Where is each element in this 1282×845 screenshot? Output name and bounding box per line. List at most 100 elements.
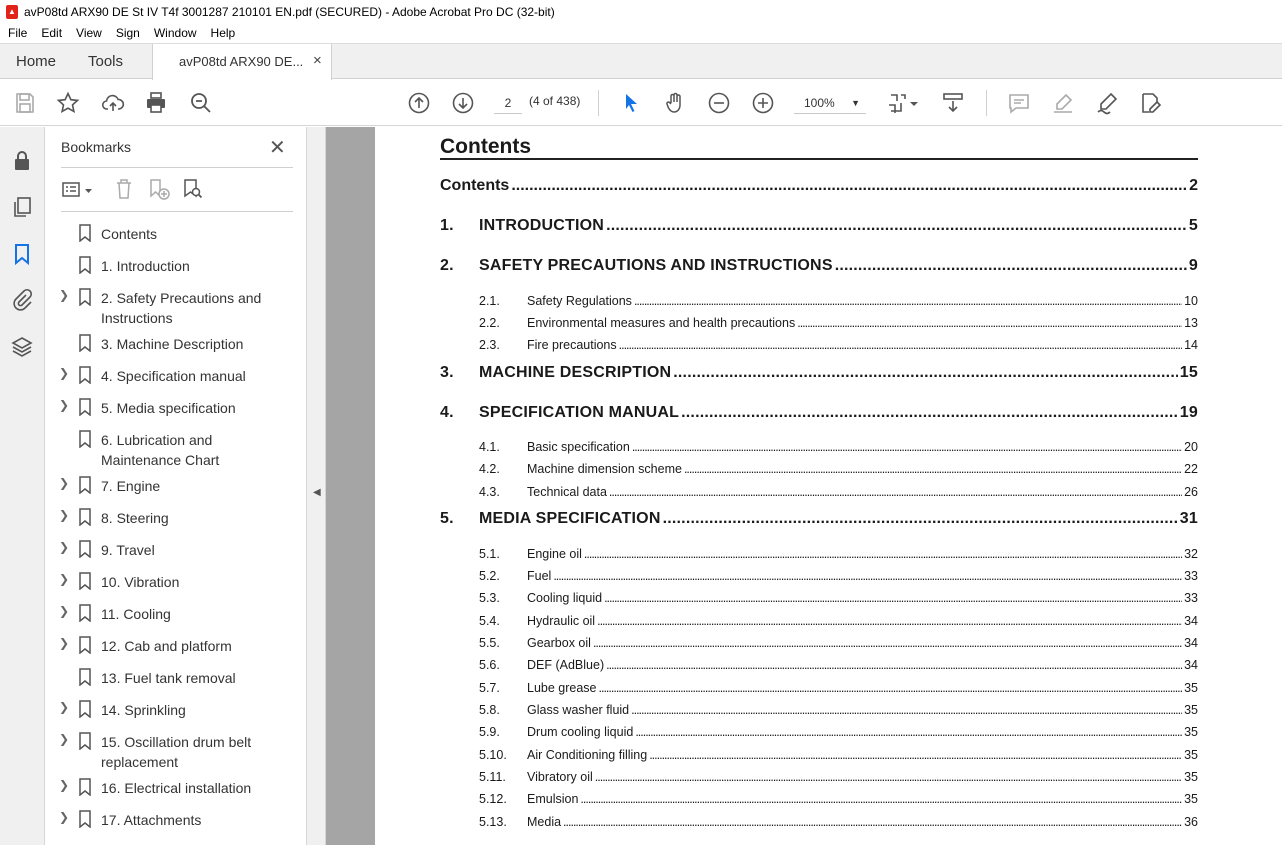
delete-bookmark-icon[interactable] [113, 177, 135, 201]
zoom-out-icon[interactable] [706, 90, 732, 116]
chevron-right-icon[interactable]: ❯ [59, 810, 69, 824]
sign-pen-icon[interactable] [1094, 90, 1120, 116]
layers-icon[interactable] [10, 335, 34, 359]
bookmark-icon [79, 700, 91, 718]
toc-number: 4.1. [479, 440, 500, 454]
chevron-right-icon[interactable]: ❯ [59, 540, 69, 554]
chevron-right-icon[interactable]: ❯ [59, 778, 69, 792]
toc-entry[interactable]: 2. SAFETY PRECAUTIONS AND INSTRUCTIONS 9 [440, 257, 1198, 275]
chevron-right-icon[interactable]: ❯ [59, 288, 69, 302]
toc-page-number: 14 [1184, 338, 1198, 352]
toc-page-number: 35 [1184, 770, 1198, 784]
fill-sign-icon[interactable] [1138, 90, 1164, 116]
chevron-right-icon[interactable]: ❯ [59, 572, 69, 586]
bookmark-label: 5. Media specification [101, 400, 236, 416]
bookmark-icon [79, 334, 91, 352]
lock-icon[interactable] [10, 149, 34, 173]
options-menu-icon[interactable] [61, 179, 95, 201]
menu-help[interactable]: Help [211, 26, 236, 40]
select-cursor-icon[interactable] [618, 90, 644, 116]
chevron-right-icon[interactable]: ❯ [59, 476, 69, 490]
toc-entry[interactable]: 4.3. Technical data 26 [440, 485, 1198, 499]
toc-entry[interactable]: 5.11. Vibratory oil 35 [440, 770, 1198, 784]
comment-icon[interactable] [1006, 90, 1032, 116]
main-toolbar: 2 (4 of 438) 100% ▼ [0, 80, 1282, 126]
bookmark-label: 8. Steering [101, 510, 169, 526]
bookmark-icon [79, 430, 91, 448]
menu-sign[interactable]: Sign [116, 26, 140, 40]
toc-page-number: 32 [1184, 547, 1198, 561]
toc-entry[interactable]: 5.5. Gearbox oil 34 [440, 636, 1198, 650]
bookmark-icon [79, 572, 91, 590]
toc-leader-dots [835, 257, 1187, 275]
chevron-right-icon[interactable]: ❯ [59, 700, 69, 714]
toc-entry[interactable]: 5. MEDIA SPECIFICATION 31 [440, 510, 1198, 528]
cloud-upload-icon[interactable] [100, 90, 126, 116]
panel-splitter[interactable]: ◀ [307, 127, 326, 845]
chevron-right-icon[interactable]: ❯ [59, 636, 69, 650]
bookmark-icon [79, 810, 91, 828]
toc-entry[interactable]: 5.9. Drum cooling liquid 35 [440, 725, 1198, 739]
toc-entry[interactable]: 4.2. Machine dimension scheme 22 [440, 462, 1198, 476]
new-bookmark-icon[interactable] [147, 177, 171, 201]
toc-entry[interactable]: 5.2. Fuel 33 [440, 569, 1198, 583]
chevron-right-icon[interactable]: ❯ [59, 366, 69, 380]
attachment-icon[interactable] [10, 288, 34, 312]
toc-entry[interactable]: 2.3. Fire precautions 14 [440, 338, 1198, 352]
toc-entry[interactable]: 5.4. Hydraulic oil 34 [440, 614, 1198, 628]
toc-page-number: 34 [1184, 614, 1198, 628]
toc-entry[interactable]: 5.6. DEF (AdBlue) 34 [440, 658, 1198, 672]
toc-entry[interactable]: 3. MACHINE DESCRIPTION 15 [440, 364, 1198, 382]
chevron-right-icon[interactable]: ❯ [59, 398, 69, 412]
toc-entry[interactable]: 4. SPECIFICATION MANUAL 19 [440, 404, 1198, 422]
toc-entry[interactable]: Contents 2 [440, 177, 1198, 195]
toc-title: SAFETY PRECAUTIONS AND INSTRUCTIONS [479, 257, 833, 274]
toc-number: 5.2. [479, 569, 500, 583]
bookmark-panel-icon[interactable] [10, 242, 34, 266]
save-icon[interactable] [12, 90, 38, 116]
zoom-level-select[interactable]: 100% ▼ [794, 92, 866, 114]
chevron-right-icon[interactable]: ❯ [59, 508, 69, 522]
zoom-in-icon[interactable] [750, 90, 776, 116]
menu-view[interactable]: View [76, 26, 102, 40]
toc-leader-dots [584, 547, 1182, 561]
find-bookmark-icon[interactable] [181, 177, 205, 201]
previous-page-icon[interactable] [406, 90, 432, 116]
toc-leader-dots [599, 681, 1183, 695]
toc-entry[interactable]: 5.7. Lube grease 35 [440, 681, 1198, 695]
close-icon[interactable]: ✕ [269, 135, 286, 160]
tab-home[interactable]: Home [16, 53, 56, 70]
next-page-icon[interactable] [450, 90, 476, 116]
toc-entry[interactable]: 2.1. Safety Regulations 10 [440, 294, 1198, 308]
toc-entry[interactable]: 5.3. Cooling liquid 33 [440, 591, 1198, 605]
menu-edit[interactable]: Edit [41, 26, 62, 40]
toc-entry[interactable]: 2.2. Environmental measures and health pr… [440, 316, 1198, 330]
chevron-right-icon[interactable]: ❯ [59, 604, 69, 618]
toc-entry[interactable]: 5.8. Glass washer fluid 35 [440, 703, 1198, 717]
scroll-mode-icon[interactable] [940, 90, 966, 116]
toc-entry[interactable]: 1. INTRODUCTION 5 [440, 217, 1198, 235]
print-icon[interactable] [143, 90, 169, 116]
chevron-right-icon[interactable]: ❯ [59, 732, 69, 746]
toc-page-number: 35 [1184, 792, 1198, 806]
toc-entry[interactable]: 5.1. Engine oil 32 [440, 547, 1198, 561]
pages-thumbnail-icon[interactable] [10, 195, 34, 219]
toc-entry[interactable]: 5.10. Air Conditioning filling 35 [440, 748, 1198, 762]
toc-title: Contents [440, 177, 510, 194]
fit-page-dropdown-icon[interactable] [908, 90, 920, 116]
tab-document[interactable]: avP08td ARX90 DE... × [152, 44, 332, 80]
highlight-icon[interactable] [1050, 90, 1076, 116]
collapse-panel-icon[interactable]: ◀ [313, 487, 321, 498]
toc-entry[interactable]: 5.12. Emulsion 35 [440, 792, 1198, 806]
tab-tools[interactable]: Tools [88, 53, 123, 70]
toc-entry[interactable]: 5.13. Media 36 [440, 815, 1198, 829]
document-page: Contents Contents 2 1. INTRODUCTION 5 2. SAFET… [375, 127, 1282, 845]
menu-window[interactable]: Window [154, 26, 197, 40]
hand-tool-icon[interactable] [662, 90, 688, 116]
tab-close-button[interactable]: × [313, 52, 322, 69]
toc-entry[interactable]: 4.1. Basic specification 20 [440, 440, 1198, 454]
page-number-input[interactable]: 2 [494, 92, 522, 114]
search-zoom-icon[interactable] [188, 90, 214, 116]
star-icon[interactable] [55, 90, 81, 116]
menu-file[interactable]: File [8, 26, 27, 40]
